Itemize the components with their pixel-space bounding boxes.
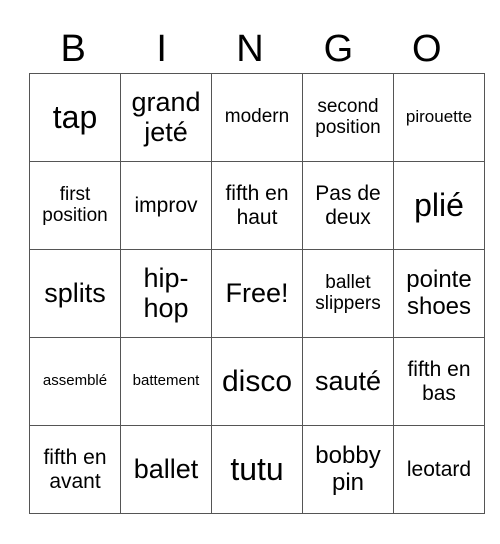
free-space-cell[interactable]: Free! [211, 249, 303, 338]
bingo-cell[interactable]: modern [211, 73, 303, 162]
bingo-row: splits hip-hop Free! ballet slippers pointe … [29, 249, 485, 338]
bingo-cell[interactable]: improv [120, 161, 212, 250]
bingo-cell[interactable]: Pas de deux [302, 161, 394, 250]
header-letter-n: N [236, 28, 264, 70]
bingo-cell[interactable]: pointe shoes [393, 249, 485, 338]
bingo-cell[interactable]: hip-hop [120, 249, 212, 338]
bingo-cell[interactable]: fifth en avant [29, 425, 121, 514]
header-letter-b: B [60, 28, 86, 70]
bingo-cell[interactable]: leotard [393, 425, 485, 514]
bingo-row: assemblé battement disco sauté fifth en bas [29, 337, 485, 426]
bingo-row: tap grand jeté modern second position piroue… [29, 73, 485, 162]
bingo-cell[interactable]: tutu [211, 425, 303, 514]
header-letter-g: G [323, 28, 354, 70]
bingo-cell[interactable]: first position [29, 161, 121, 250]
bingo-cell[interactable]: grand jeté [120, 73, 212, 162]
bingo-cell[interactable]: tap [29, 73, 121, 162]
bingo-row: fifth en avant ballet tutu bobby pin leotard [29, 425, 485, 514]
header-letter-i: I [156, 28, 167, 70]
bingo-cell[interactable]: fifth en bas [393, 337, 485, 426]
bingo-cell[interactable]: second position [302, 73, 394, 162]
bingo-cell[interactable]: battement [120, 337, 212, 426]
bingo-cell[interactable]: fifth en haut [211, 161, 303, 250]
bingo-cell[interactable]: disco [211, 337, 303, 426]
bingo-cell[interactable]: plié [393, 161, 485, 250]
bingo-header: B I N G O [29, 26, 471, 72]
bingo-cell[interactable]: bobby pin [302, 425, 394, 514]
bingo-cell[interactable]: splits [29, 249, 121, 338]
bingo-cell[interactable]: pirouette [393, 73, 485, 162]
bingo-card: tap grand jeté modern second position piroue… [29, 73, 485, 514]
bingo-cell[interactable]: assemblé [29, 337, 121, 426]
header-letter-o: O [412, 28, 442, 70]
bingo-cell[interactable]: ballet [120, 425, 212, 514]
bingo-cell[interactable]: ballet slippers [302, 249, 394, 338]
bingo-cell[interactable]: sauté [302, 337, 394, 426]
bingo-row: first position improv fifth en haut Pas de … [29, 161, 485, 250]
